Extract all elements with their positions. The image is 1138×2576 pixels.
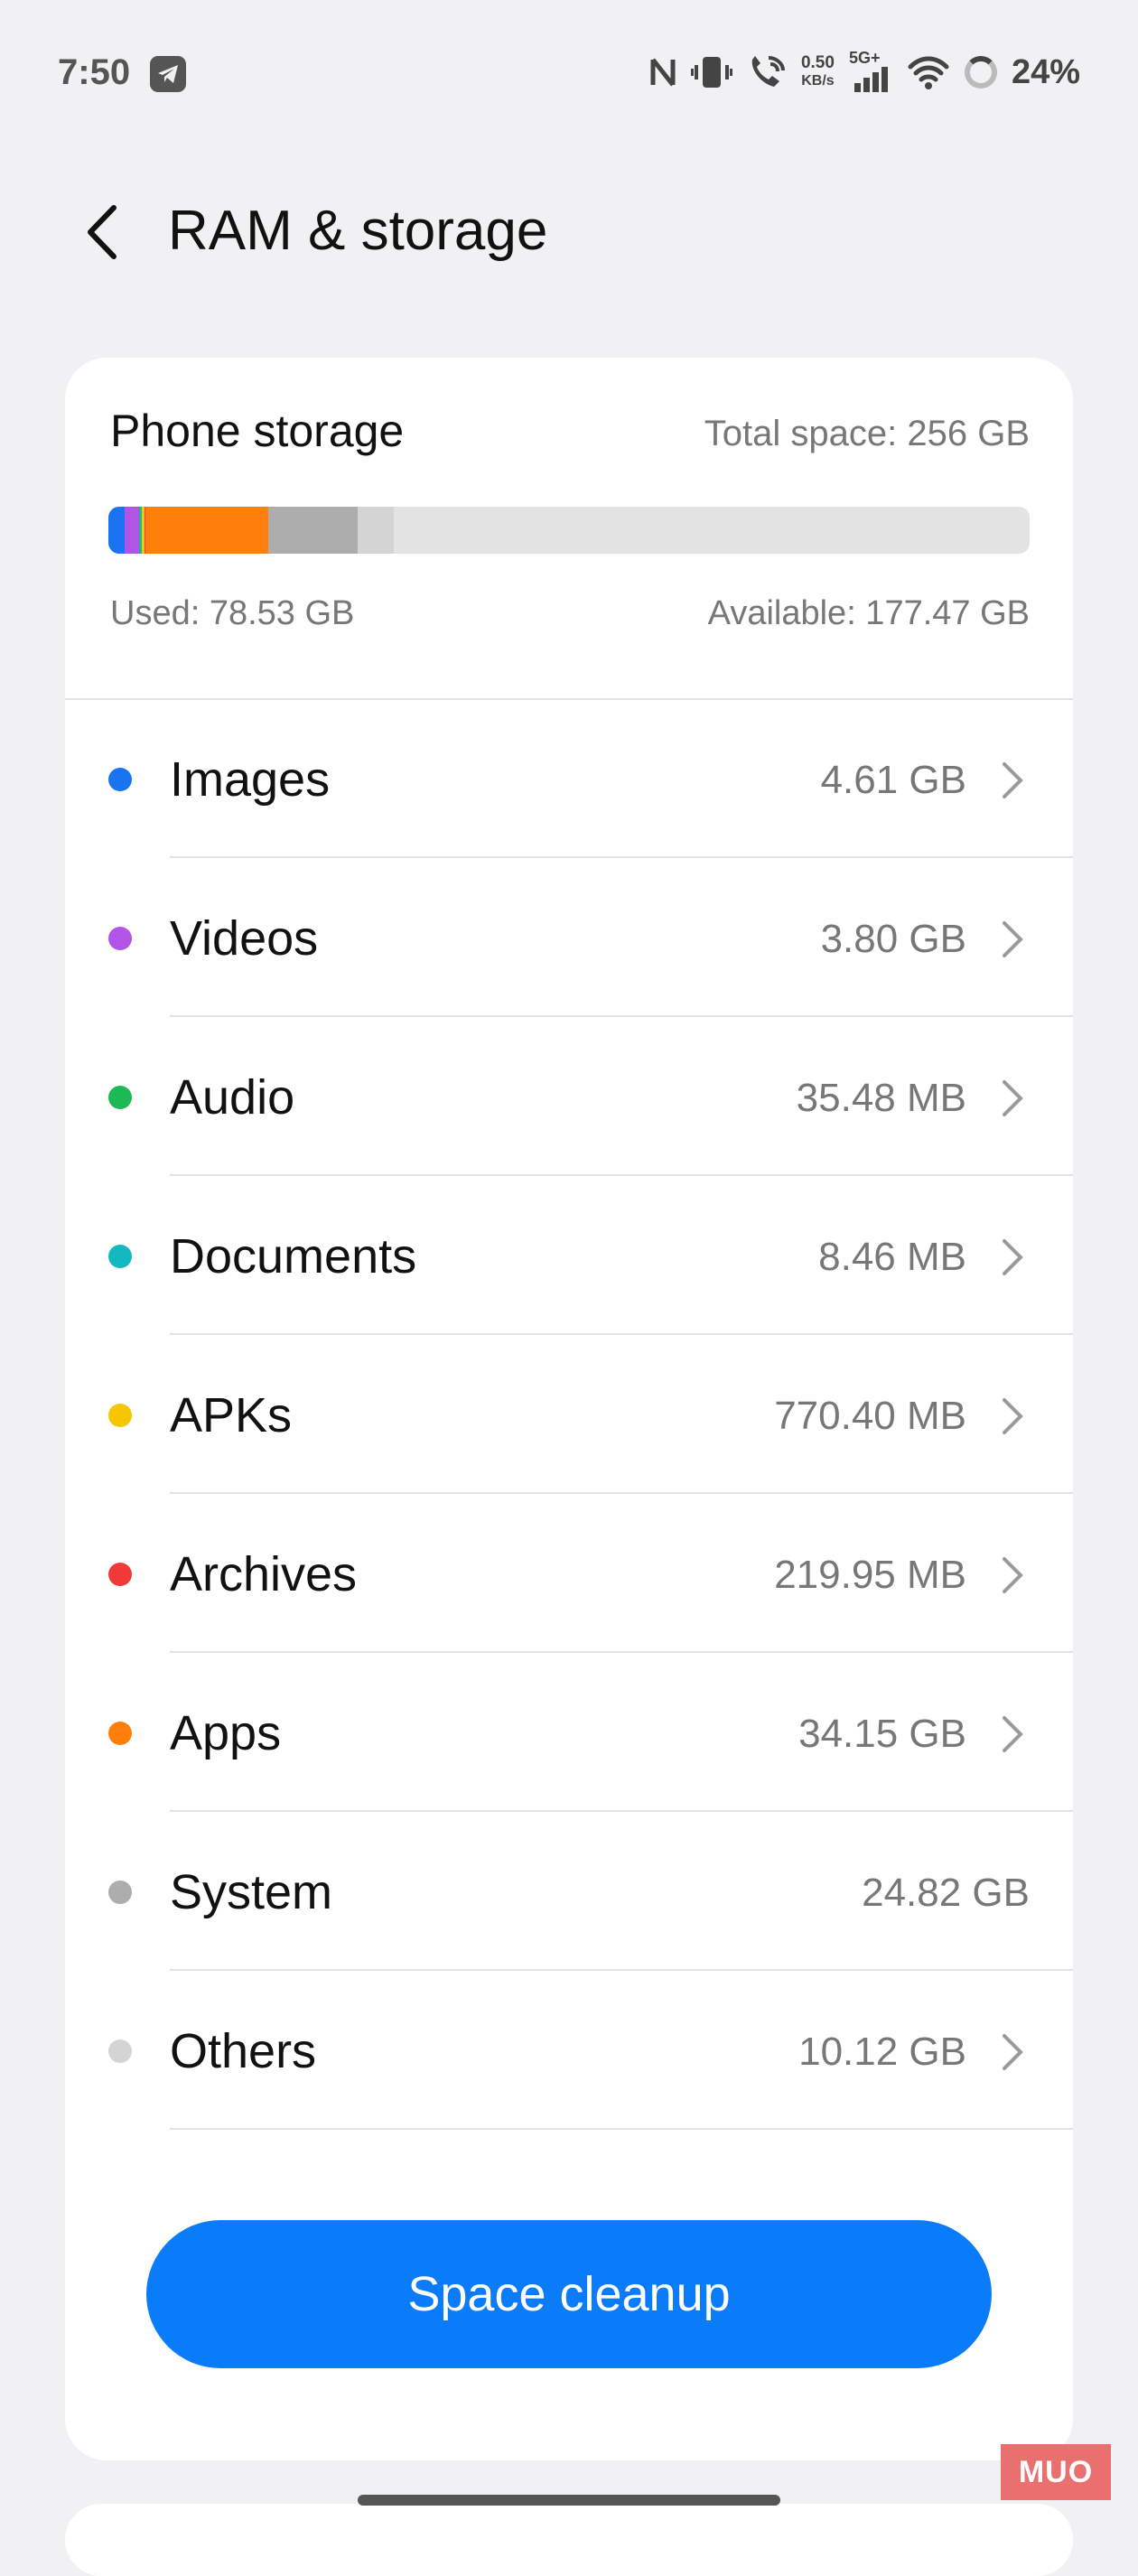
network-speed: 0.50 KB/s <box>801 54 835 90</box>
battery-icon <box>964 56 997 89</box>
chevron-right-icon <box>1003 762 1023 798</box>
color-dot-icon <box>108 768 132 791</box>
category-size: 4.61 GB <box>820 758 966 802</box>
color-dot-icon <box>108 927 132 950</box>
page-title: RAM & storage <box>168 200 548 262</box>
chevron-right-icon <box>1003 1557 1023 1593</box>
total-space: Total space: 256 GB <box>704 414 1030 453</box>
divider <box>170 2128 1073 2130</box>
category-label: Archives <box>170 1547 358 1601</box>
category-row-apks[interactable]: APKs 770.40 MB <box>65 1335 1073 1494</box>
category-row-videos[interactable]: Videos 3.80 GB <box>65 858 1073 1017</box>
network-type: 5G+ <box>848 49 881 67</box>
category-label: Images <box>170 752 331 807</box>
category-size: 770.40 MB <box>774 1394 966 1438</box>
usage-segment-images <box>108 507 126 554</box>
category-row-others[interactable]: Others 10.12 GB <box>65 1971 1073 2130</box>
color-dot-icon <box>108 1881 132 1904</box>
signal-icon: 5G+ <box>848 49 892 92</box>
status-time: 7:50 <box>58 52 131 92</box>
category-size: 8.46 MB <box>818 1235 966 1279</box>
category-label: Videos <box>170 911 319 966</box>
category-size: 34.15 GB <box>798 1712 966 1756</box>
vibrate-icon <box>690 57 732 88</box>
chevron-right-icon <box>1003 1716 1023 1752</box>
color-dot-icon <box>108 2039 132 2063</box>
back-arrow-icon[interactable] <box>72 201 135 264</box>
category-list: Images 4.61 GB Videos 3.80 GB Audio 35.4… <box>65 699 1073 2130</box>
category-size: 3.80 GB <box>820 917 966 961</box>
watermark-logo: MUO <box>1001 2444 1111 2500</box>
category-size: 10.12 GB <box>798 2030 966 2074</box>
usage-segment-apps <box>145 507 269 554</box>
available-space: Available: 177.47 GB <box>707 594 1030 632</box>
used-space: Used: 78.53 GB <box>110 594 355 632</box>
category-row-documents[interactable]: Documents 8.46 MB <box>65 1176 1073 1335</box>
chevron-right-icon <box>1003 1239 1023 1275</box>
category-label: Documents <box>170 1229 417 1283</box>
nfc-icon <box>650 58 676 87</box>
chevron-right-icon <box>1003 921 1023 957</box>
network-speed-value: 0.50 <box>800 53 835 72</box>
phone-storage-title: Phone storage <box>110 406 405 456</box>
category-size: 35.48 MB <box>796 1076 966 1120</box>
wifi-icon <box>908 56 949 89</box>
category-label: Others <box>170 2024 317 2078</box>
status-icons: 0.50 KB/s 5G+ 24% <box>649 45 1080 99</box>
color-dot-icon <box>108 1404 132 1427</box>
chevron-right-icon <box>1003 1398 1023 1434</box>
category-row-apps[interactable]: Apps 34.15 GB <box>65 1653 1073 1812</box>
usage-segment-others <box>358 507 395 554</box>
chevron-right-icon <box>1003 2034 1023 2070</box>
category-row-images[interactable]: Images 4.61 GB <box>65 699 1073 858</box>
category-row-audio[interactable]: Audio 35.48 MB <box>65 1017 1073 1176</box>
storage-usage-bar <box>108 507 1030 554</box>
usage-segment-videos <box>125 507 139 554</box>
wifi-calling-icon <box>751 56 785 87</box>
category-row-archives[interactable]: Archives 219.95 MB <box>65 1494 1073 1653</box>
home-indicator[interactable] <box>358 2495 780 2506</box>
telegram-notification-icon <box>150 56 186 92</box>
color-dot-icon <box>108 1722 132 1745</box>
category-size: 24.82 GB <box>862 1871 1030 1915</box>
category-label: APKs <box>170 1388 293 1442</box>
color-dot-icon <box>108 1245 132 1268</box>
category-label: Apps <box>170 1706 282 1760</box>
chevron-right-icon <box>1003 1080 1023 1116</box>
next-card <box>65 2504 1073 2576</box>
battery-level: 24% <box>1011 52 1080 91</box>
network-speed-unit: KB/s <box>801 73 835 89</box>
space-cleanup-button[interactable]: Space cleanup <box>146 2220 992 2368</box>
color-dot-icon <box>108 1086 132 1109</box>
status-bar: 7:50 0.50 KB/s 5G+ 24% <box>0 0 1138 145</box>
category-label: System <box>170 1865 333 1919</box>
category-label: Audio <box>170 1070 295 1125</box>
category-row-system: System 24.82 GB <box>65 1812 1073 1971</box>
usage-segment-system <box>268 507 359 554</box>
category-size: 219.95 MB <box>774 1553 966 1597</box>
color-dot-icon <box>108 1563 132 1586</box>
storage-card: Phone storage Total space: 256 GB Used: … <box>65 358 1073 2460</box>
